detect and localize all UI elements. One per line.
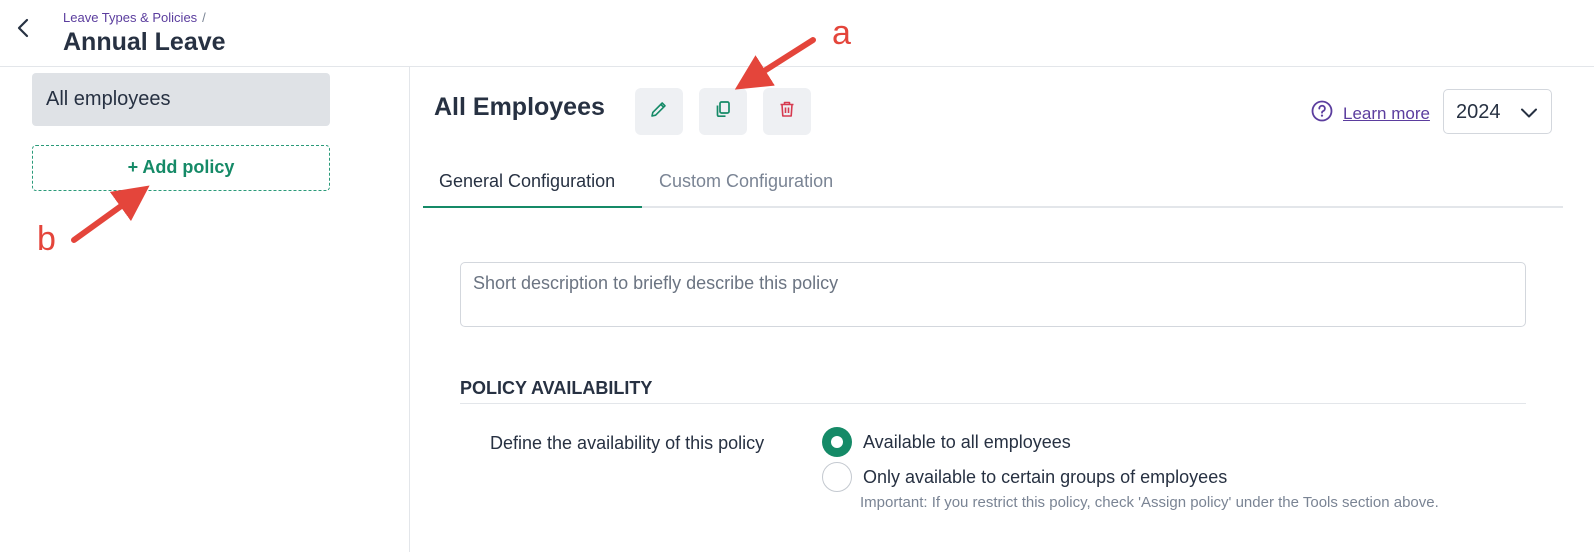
top-bar: Leave Types & Policies / Annual Leave: [0, 0, 1594, 67]
tab-general-configuration[interactable]: General Configuration: [439, 171, 615, 192]
copy-policy-button[interactable]: [699, 88, 747, 135]
tab-custom-configuration[interactable]: Custom Configuration: [659, 171, 833, 192]
policy-main: All Employees Learn more 2024 General Co…: [411, 67, 1594, 552]
restriction-note: Important: If you restrict this policy, …: [860, 494, 1439, 511]
pencil-icon: [649, 99, 669, 124]
active-tab-indicator: [423, 206, 642, 208]
policy-description-input[interactable]: [460, 262, 1526, 327]
config-tabs: General Configuration Custom Configurati…: [423, 157, 1563, 208]
page-title: Annual Leave: [63, 28, 226, 56]
chevron-down-icon: [1519, 103, 1539, 129]
learn-more-link[interactable]: Learn more: [1311, 100, 1430, 127]
year-value: 2024: [1456, 101, 1501, 123]
policy-sidebar: All employees + Add policy: [0, 67, 410, 552]
back-arrow-icon[interactable]: [12, 16, 36, 40]
breadcrumb: Leave Types & Policies /: [63, 10, 206, 25]
radio-certain-groups[interactable]: Only available to certain groups of empl…: [822, 462, 1227, 492]
delete-policy-button[interactable]: [763, 88, 811, 135]
availability-label: Define the availability of this policy: [490, 433, 765, 453]
help-circle-icon: [1311, 100, 1333, 127]
radio-label: Only available to certain groups of empl…: [863, 466, 1228, 487]
annotation-label-b: b: [37, 220, 56, 258]
annotation-label-a: a: [832, 14, 851, 52]
learn-more-text[interactable]: Learn more: [1343, 104, 1430, 124]
policy-title: All Employees: [434, 93, 605, 121]
copy-icon: [713, 99, 733, 124]
radio-unchecked-icon[interactable]: [822, 462, 852, 492]
trash-icon: [777, 99, 797, 124]
radio-available-to-all[interactable]: Available to all employees: [822, 427, 1071, 457]
sidebar-item-all-employees[interactable]: All employees: [32, 73, 330, 126]
radio-checked-icon[interactable]: [822, 427, 852, 457]
edit-policy-button[interactable]: [635, 88, 683, 135]
breadcrumb-separator: /: [202, 10, 206, 25]
radio-label: Available to all employees: [863, 431, 1071, 452]
year-select[interactable]: 2024: [1443, 89, 1552, 134]
policy-availability-heading: POLICY AVAILABILITY: [460, 378, 1526, 404]
add-policy-button[interactable]: + Add policy: [32, 145, 330, 191]
breadcrumb-link[interactable]: Leave Types & Policies: [63, 10, 197, 25]
